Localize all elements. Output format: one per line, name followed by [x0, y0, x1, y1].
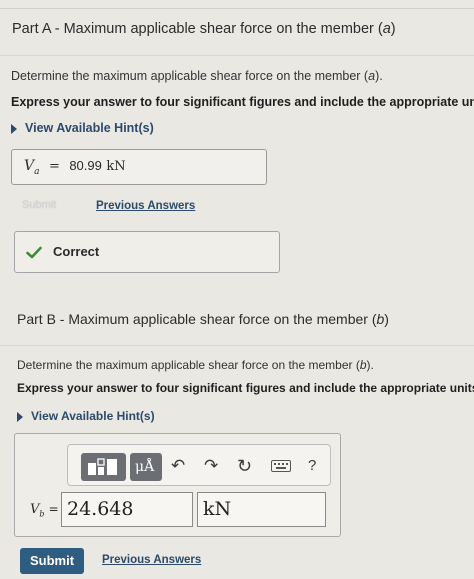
part-b-answer-panel: μÅ ↶ ↷ ↻ ? Vb = 24.648 kN [14, 433, 341, 537]
part-b-submit-button[interactable]: Submit [20, 548, 84, 574]
part-b-question-prefix: Determine the maximum applicable shear f… [17, 358, 360, 372]
part-a-question: Determine the maximum applicable shear f… [11, 69, 383, 83]
checkmark-icon [26, 246, 42, 259]
undo-icon[interactable]: ↶ [171, 457, 185, 474]
top-divider [0, 8, 474, 9]
part-a-correct-box: Correct [14, 231, 280, 273]
part-a-previous-answers-link[interactable]: Previous Answers [96, 200, 195, 212]
part-b-input-label: Vb = [30, 502, 59, 519]
keyboard-icon[interactable] [271, 460, 291, 472]
part-b-header-suffix: ) [384, 311, 389, 327]
part-a-hint-toggle[interactable]: View Available Hint(s) [11, 121, 154, 135]
part-b-instruction: Express your answer to four significant … [17, 381, 474, 395]
part-a-instruction: Express your answer to four significant … [11, 95, 474, 109]
part-b-question-suffix: ). [366, 358, 374, 372]
part-a-result-label: Correct [53, 244, 100, 259]
part-b-input-equals: = [48, 502, 59, 516]
part-a-submit-button[interactable]: Submit [22, 199, 56, 211]
part-a-answer-unit: kN [106, 159, 126, 174]
part-a-header[interactable]: Part A - Maximum applicable shear force … [12, 21, 396, 37]
part-b-unit-input[interactable]: kN [197, 492, 326, 527]
part-a-answer-symbol: V [24, 158, 35, 174]
part-a-answer-expression: Va = 80.99 kN [24, 158, 126, 177]
part-b-input-symbol: V [30, 502, 40, 517]
part-a-answer-subscript: a [34, 166, 40, 177]
part-a-divider [0, 55, 474, 56]
math-toolbar: μÅ ↶ ↷ ↻ ? [67, 444, 331, 486]
part-a-answer-equals: = [48, 159, 60, 174]
part-a-question-suffix: ). [375, 69, 383, 83]
part-a-question-prefix: Determine the maximum applicable shear f… [11, 69, 369, 83]
part-b-value-input[interactable]: 24.648 [61, 492, 193, 527]
part-a-header-suffix: ) [390, 21, 396, 37]
help-icon[interactable]: ? [308, 458, 316, 473]
reset-icon[interactable]: ↻ [237, 457, 252, 475]
part-a-hint-label: View Available Hint(s) [25, 121, 154, 135]
units-button-label: μÅ [135, 459, 155, 475]
expand-triangle-icon [17, 411, 23, 422]
part-b-previous-answers-link[interactable]: Previous Answers [102, 554, 201, 566]
part-b-input-unit: kN [203, 498, 232, 520]
part-b-header[interactable]: Part B - Maximum applicable shear force … [17, 311, 389, 327]
part-b-header-prefix: Part B - Maximum applicable shear force … [17, 311, 377, 327]
part-b-hint-label: View Available Hint(s) [31, 409, 155, 423]
redo-icon[interactable]: ↷ [204, 457, 218, 474]
templates-button[interactable] [81, 453, 126, 481]
part-a-answer-box: Va = 80.99 kN [11, 149, 267, 185]
part-b-question-var: b [359, 358, 367, 372]
part-a-header-prefix: Part A - Maximum applicable shear force … [12, 21, 383, 37]
part-b-input-subscript: b [39, 509, 45, 519]
part-b-divider [0, 345, 474, 346]
units-button[interactable]: μÅ [130, 453, 162, 481]
part-a-header-var: a [382, 21, 391, 37]
templates-icon [88, 458, 117, 475]
part-b-question: Determine the maximum applicable shear f… [17, 358, 374, 372]
expand-triangle-icon [11, 123, 17, 134]
part-a-answer-value: 80.99 [69, 158, 102, 173]
part-b-input-value: 24.648 [67, 498, 134, 520]
part-b-hint-toggle[interactable]: View Available Hint(s) [17, 409, 155, 423]
